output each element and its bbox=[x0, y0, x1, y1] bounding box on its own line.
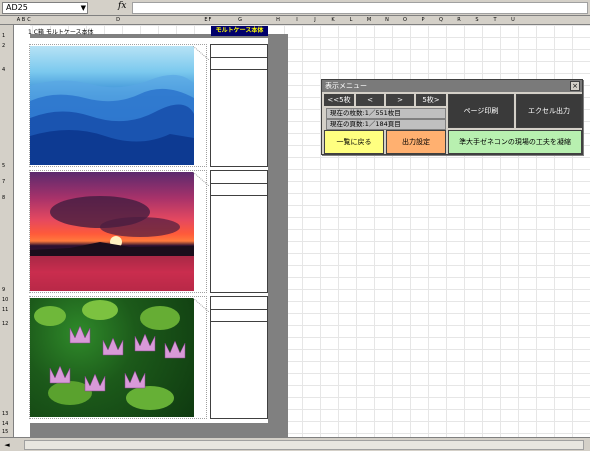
formula-bar: AD25 ▼ fx bbox=[0, 0, 590, 16]
prev-button[interactable]: < bbox=[356, 94, 384, 106]
next-5-button[interactable]: 5枚> bbox=[416, 94, 446, 106]
name-box-value: AD25 bbox=[6, 3, 28, 12]
sunset-art bbox=[30, 196, 194, 291]
back-to-list-button[interactable]: 一覧に戻る bbox=[324, 130, 384, 154]
mountain-photo[interactable] bbox=[30, 46, 194, 165]
display-menu[interactable]: 表示メニュー × <<5枚 < > 5枚> 現在の枚数:1／551枚目 現在の頁… bbox=[321, 79, 583, 155]
col-k[interactable]: K bbox=[324, 16, 342, 25]
info-divider bbox=[211, 69, 267, 70]
row-5[interactable]: 5 bbox=[2, 163, 5, 169]
row-12[interactable]: 12 bbox=[2, 321, 8, 327]
column-header: A B C D E F G H I J K L M N O P Q R S T … bbox=[0, 16, 590, 25]
chevron-down-icon[interactable]: ▼ bbox=[81, 3, 86, 13]
close-icon[interactable]: × bbox=[570, 81, 580, 91]
col-r[interactable]: R bbox=[450, 16, 468, 25]
info-box-1[interactable] bbox=[210, 44, 268, 167]
excel-window: AD25 ▼ fx A B C D E F G H I J K L M N O … bbox=[0, 0, 590, 451]
mountain-art bbox=[30, 74, 194, 165]
col-i[interactable]: I bbox=[288, 16, 306, 25]
lotus-art bbox=[34, 300, 186, 410]
current-page-label: 現在の頁数:1／184頁目 bbox=[326, 119, 446, 130]
page-print-button[interactable]: ページ印刷 bbox=[448, 94, 514, 128]
col-g[interactable]: G bbox=[212, 16, 268, 25]
formula-input[interactable] bbox=[132, 2, 588, 14]
info-divider bbox=[211, 321, 267, 322]
title-prefix: 1 C箱 bbox=[28, 29, 44, 36]
row-7[interactable]: 7 bbox=[2, 179, 5, 185]
corner-fold-icon bbox=[193, 46, 209, 60]
row-14[interactable]: 14 bbox=[2, 421, 8, 427]
title-text: モルトケース本体 bbox=[45, 29, 94, 36]
sheet-bar: ◄ bbox=[0, 437, 590, 451]
col-n[interactable]: N bbox=[378, 16, 396, 25]
row-10[interactable]: 10 bbox=[2, 297, 8, 303]
col-l[interactable]: L bbox=[342, 16, 360, 25]
col-j[interactable]: J bbox=[306, 16, 324, 25]
col-s[interactable]: S bbox=[468, 16, 486, 25]
info-divider bbox=[211, 57, 267, 58]
next-button[interactable]: > bbox=[386, 94, 414, 106]
col-h[interactable]: H bbox=[268, 16, 288, 25]
row-9[interactable]: 9 bbox=[2, 287, 5, 293]
col-m[interactable]: M bbox=[360, 16, 378, 25]
col-q[interactable]: Q bbox=[432, 16, 450, 25]
name-box[interactable]: AD25 ▼ bbox=[2, 2, 88, 14]
corner-fold-icon bbox=[193, 298, 209, 312]
info-divider bbox=[211, 195, 267, 196]
corner-fold-icon bbox=[193, 172, 209, 186]
col-d[interactable]: D bbox=[32, 16, 204, 25]
col-p[interactable]: P bbox=[414, 16, 432, 25]
fx-icon[interactable]: fx bbox=[118, 1, 126, 11]
sheet-title-box: モルトケース本体 bbox=[211, 26, 268, 36]
col-t[interactable]: T bbox=[486, 16, 504, 25]
info-divider bbox=[211, 183, 267, 184]
scroll-left-icon[interactable]: ◄ bbox=[2, 440, 12, 450]
row-2[interactable]: 2 bbox=[2, 43, 5, 49]
lotus-photo[interactable] bbox=[30, 298, 194, 417]
sunset-photo[interactable] bbox=[30, 172, 194, 291]
row-header: 1 2 4 5 7 8 9 10 11 12 13 14 15 bbox=[0, 25, 14, 437]
prev-5-button[interactable]: <<5枚 bbox=[324, 94, 354, 106]
col-u[interactable]: U bbox=[504, 16, 522, 25]
row-4[interactable]: 4 bbox=[2, 67, 5, 73]
row-1[interactable]: 1 bbox=[2, 33, 5, 39]
col-o[interactable]: O bbox=[396, 16, 414, 25]
current-count-label: 現在の枚数:1／551枚目 bbox=[326, 108, 446, 119]
info-box-2[interactable] bbox=[210, 170, 268, 293]
row-8[interactable]: 8 bbox=[2, 195, 5, 201]
horizontal-scrollbar[interactable] bbox=[24, 440, 584, 450]
menu-title[interactable]: 表示メニュー bbox=[322, 80, 582, 92]
promo-button[interactable]: 準大手ゼネコンの現場の工夫を凝縮 bbox=[448, 130, 582, 154]
row-11[interactable]: 11 bbox=[2, 307, 8, 313]
row-15[interactable]: 15 bbox=[2, 429, 8, 435]
row-13[interactable]: 13 bbox=[2, 411, 8, 417]
excel-export-button[interactable]: エクセル出力 bbox=[516, 94, 582, 128]
info-divider bbox=[211, 309, 267, 310]
info-box-3[interactable] bbox=[210, 296, 268, 419]
output-settings-button[interactable]: 出力設定 bbox=[386, 130, 446, 154]
sheet-title-left: 1 C箱 モルトケース本体 bbox=[28, 27, 218, 37]
